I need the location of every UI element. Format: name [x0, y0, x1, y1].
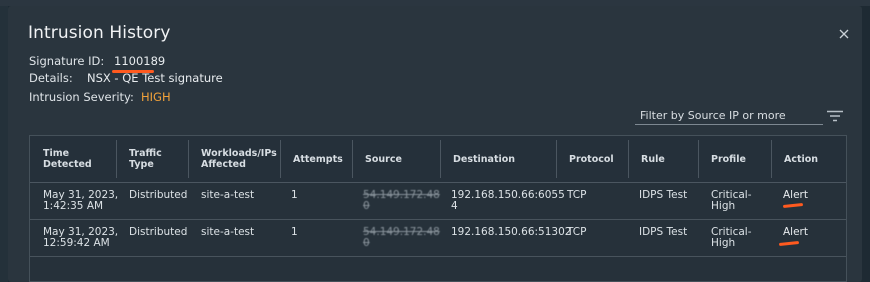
header-rule[interactable]: Rule — [628, 136, 698, 182]
header-destination[interactable]: Destination — [440, 136, 556, 182]
cell-profile: Critical- High — [711, 189, 752, 212]
cell-workloads: site-a-test — [201, 226, 255, 238]
cell-protocol: TCP — [567, 189, 587, 201]
details-label: Details: — [29, 71, 73, 85]
cell-traffic: Distributed — [129, 189, 188, 201]
cell-rule: IDPS Test — [639, 189, 688, 201]
filter-input[interactable] — [635, 105, 823, 126]
cell-rule: IDPS Test — [639, 226, 688, 238]
header-protocol[interactable]: Protocol — [556, 136, 628, 182]
alert-action-link[interactable]: Alert — [783, 190, 808, 201]
cell-profile: Critical- High — [711, 226, 752, 249]
alert-action-link[interactable]: Alert — [783, 227, 808, 238]
cell-time: May 31, 2023, 1:42:35 AM — [43, 189, 119, 212]
header-workloads[interactable]: Workloads/IPs Affected — [188, 136, 280, 182]
severity-value: HIGH — [141, 90, 171, 104]
close-icon[interactable] — [838, 28, 850, 40]
header-profile[interactable]: Profile — [698, 136, 771, 182]
header-attempts[interactable]: Attempts — [280, 136, 352, 182]
header-source[interactable]: Source — [352, 136, 440, 182]
header-traffic-type[interactable]: Traffic Type — [116, 136, 188, 182]
cell-time: May 31, 2023, 12:59:42 AM — [43, 226, 119, 249]
cell-workloads: site-a-test — [201, 189, 255, 201]
intrusion-history-modal: Intrusion History Signature ID: 1100189 … — [8, 6, 862, 282]
signature-label: Signature ID: — [29, 54, 105, 68]
annotation-underline — [782, 202, 804, 209]
details-value: NSX - QE Test signature — [87, 71, 223, 85]
cell-source: 54.149.172.48 0 — [363, 189, 440, 212]
header-time-detected[interactable]: Time Detected — [30, 136, 116, 182]
cell-attempts: 1 — [291, 226, 298, 238]
annotation-underline — [778, 240, 800, 247]
signature-id-value: 1100189 — [114, 54, 166, 68]
table-row: May 31, 2023, 12:59:42 AM Distributed si… — [30, 219, 846, 257]
severity-label: Intrusion Severity: — [29, 90, 134, 104]
intrusion-table: Time Detected Traffic Type Workloads/IPs… — [29, 135, 847, 282]
header-action[interactable]: Action — [771, 136, 846, 182]
cell-destination: 192.168.150.66:6055 4 — [451, 189, 565, 212]
filter-icon[interactable] — [827, 110, 843, 122]
background-app-edge — [0, 6, 8, 282]
filter-field[interactable] — [635, 104, 823, 126]
table-row: May 31, 2023, 1:42:35 AM Distributed sit… — [30, 182, 846, 220]
table-header: Time Detected Traffic Type Workloads/IPs… — [30, 136, 846, 183]
modal-title: Intrusion History — [28, 23, 171, 43]
cell-attempts: 1 — [291, 189, 298, 201]
cell-protocol: TCP — [567, 226, 587, 238]
cell-destination: 192.168.150.66:51302 — [451, 226, 572, 238]
cell-traffic: Distributed — [129, 226, 188, 238]
cell-source: 54.149.172.48 0 — [363, 226, 440, 249]
